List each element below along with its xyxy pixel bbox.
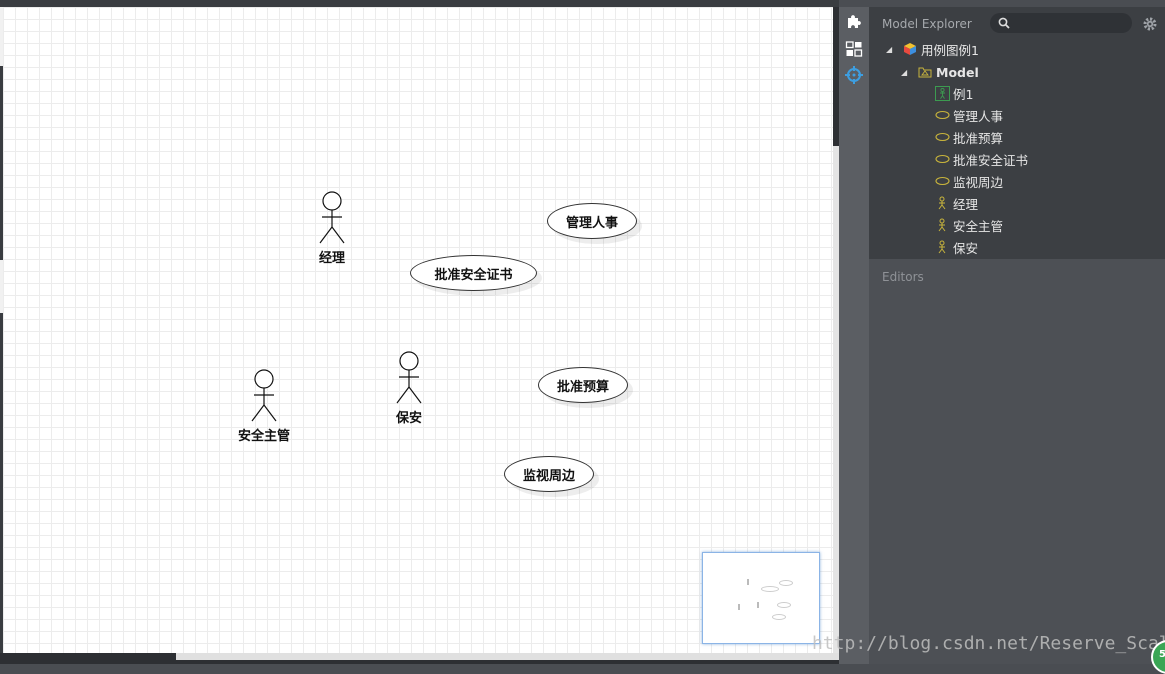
puzzle-icon xyxy=(848,15,861,28)
actor-icon xyxy=(934,217,950,233)
usecase-ellipse-icon xyxy=(934,129,950,145)
actor-label: 经理 xyxy=(318,251,345,266)
tree-node-label: Model xyxy=(936,64,979,80)
project-cube-icon xyxy=(902,41,918,57)
model-explorer-panel: Model Explorer ◢ 用例图例1 ◢ Model 例1 管理人事 批… xyxy=(869,7,1165,259)
minimap-actor xyxy=(738,604,740,610)
horizontal-scrollbar-thumb[interactable] xyxy=(176,653,839,660)
layout-icon xyxy=(845,41,863,57)
actor-jingli[interactable]: 经理 xyxy=(297,191,367,266)
window-top-bar xyxy=(0,0,839,7)
crosshair-icon xyxy=(845,66,863,84)
layout-button[interactable] xyxy=(843,38,865,60)
actor-icon xyxy=(934,239,950,255)
watermark-text: http://blog.csdn.net/Reserve_Scale xyxy=(812,633,1165,654)
stick-figure-icon xyxy=(251,369,277,422)
package-icon xyxy=(917,64,933,80)
usecase-ellipse-icon xyxy=(934,151,950,167)
actor-baoan[interactable]: 保安 xyxy=(374,351,444,426)
minimap-actor xyxy=(747,579,749,585)
tree-node-project[interactable]: ◢ 用例图例1 xyxy=(886,39,979,59)
usecase-pizhunanquanzhengshu[interactable]: 批准安全证书 xyxy=(410,255,537,291)
usecase-diagram-icon xyxy=(934,85,950,101)
tree-item-actor[interactable]: 经理 xyxy=(934,193,978,213)
tool-column xyxy=(839,7,869,664)
panel-title: Model Explorer xyxy=(882,17,972,31)
minimap-usecase xyxy=(777,602,791,608)
stick-figure-icon xyxy=(396,351,422,404)
usecase-guanlirenshi[interactable]: 管理人事 xyxy=(547,203,637,239)
expand-triangle-icon[interactable]: ◢ xyxy=(886,45,896,54)
extensions-button[interactable] xyxy=(843,11,865,33)
tree-item-diagram[interactable]: 例1 xyxy=(934,83,973,103)
panel-title: Editors xyxy=(882,270,924,284)
editors-panel: Editors xyxy=(869,259,1165,664)
actor-anquanzhuguan[interactable]: 安全主管 xyxy=(229,369,299,444)
tree-item-label: 管理人事 xyxy=(953,108,1004,124)
actor-icon xyxy=(934,195,950,211)
search-input[interactable] xyxy=(1016,15,1128,33)
tree-node-label: 用例图例1 xyxy=(921,42,979,58)
usecase-ellipse-icon xyxy=(934,173,950,189)
tree-item-label: 保安 xyxy=(953,240,979,256)
minimap-usecase xyxy=(779,580,793,586)
tree-item-usecase[interactable]: 批准安全证书 xyxy=(934,149,1028,169)
usecase-jianshizhoubian[interactable]: 监视周边 xyxy=(504,456,594,492)
minimap-actor xyxy=(757,602,759,608)
usecase-pizhunyusuan[interactable]: 批准预算 xyxy=(538,367,628,403)
tree-item-label: 批准安全证书 xyxy=(953,152,1029,168)
tree-item-usecase[interactable]: 监视周边 xyxy=(934,171,1003,191)
search-box[interactable] xyxy=(990,13,1132,33)
diagram-minimap[interactable] xyxy=(702,552,820,644)
tree-item-label: 经理 xyxy=(953,196,979,212)
usecase-ellipse-icon xyxy=(934,107,950,123)
search-icon xyxy=(998,17,1010,29)
actor-label: 安全主管 xyxy=(237,429,290,444)
minimap-usecase xyxy=(772,614,786,620)
tree-item-label: 监视周边 xyxy=(953,174,1004,190)
expand-triangle-icon[interactable]: ◢ xyxy=(901,68,911,77)
tree-node-model[interactable]: ◢ Model xyxy=(901,62,979,82)
tree-item-actor[interactable]: 保安 xyxy=(934,237,978,257)
navigator-button[interactable] xyxy=(843,64,865,86)
minimap-usecase xyxy=(761,586,779,592)
tree-item-label: 安全主管 xyxy=(953,218,1004,234)
stick-figure-icon xyxy=(319,191,345,244)
tree-item-usecase[interactable]: 批准预算 xyxy=(934,127,1003,147)
tree-item-actor[interactable]: 安全主管 xyxy=(934,215,1003,235)
gear-icon[interactable] xyxy=(1142,16,1158,32)
actor-label: 保安 xyxy=(395,411,422,426)
tree-item-label: 批准预算 xyxy=(953,130,1004,146)
tree-item-usecase[interactable]: 管理人事 xyxy=(934,105,1003,125)
tree-item-label: 例1 xyxy=(953,86,974,102)
